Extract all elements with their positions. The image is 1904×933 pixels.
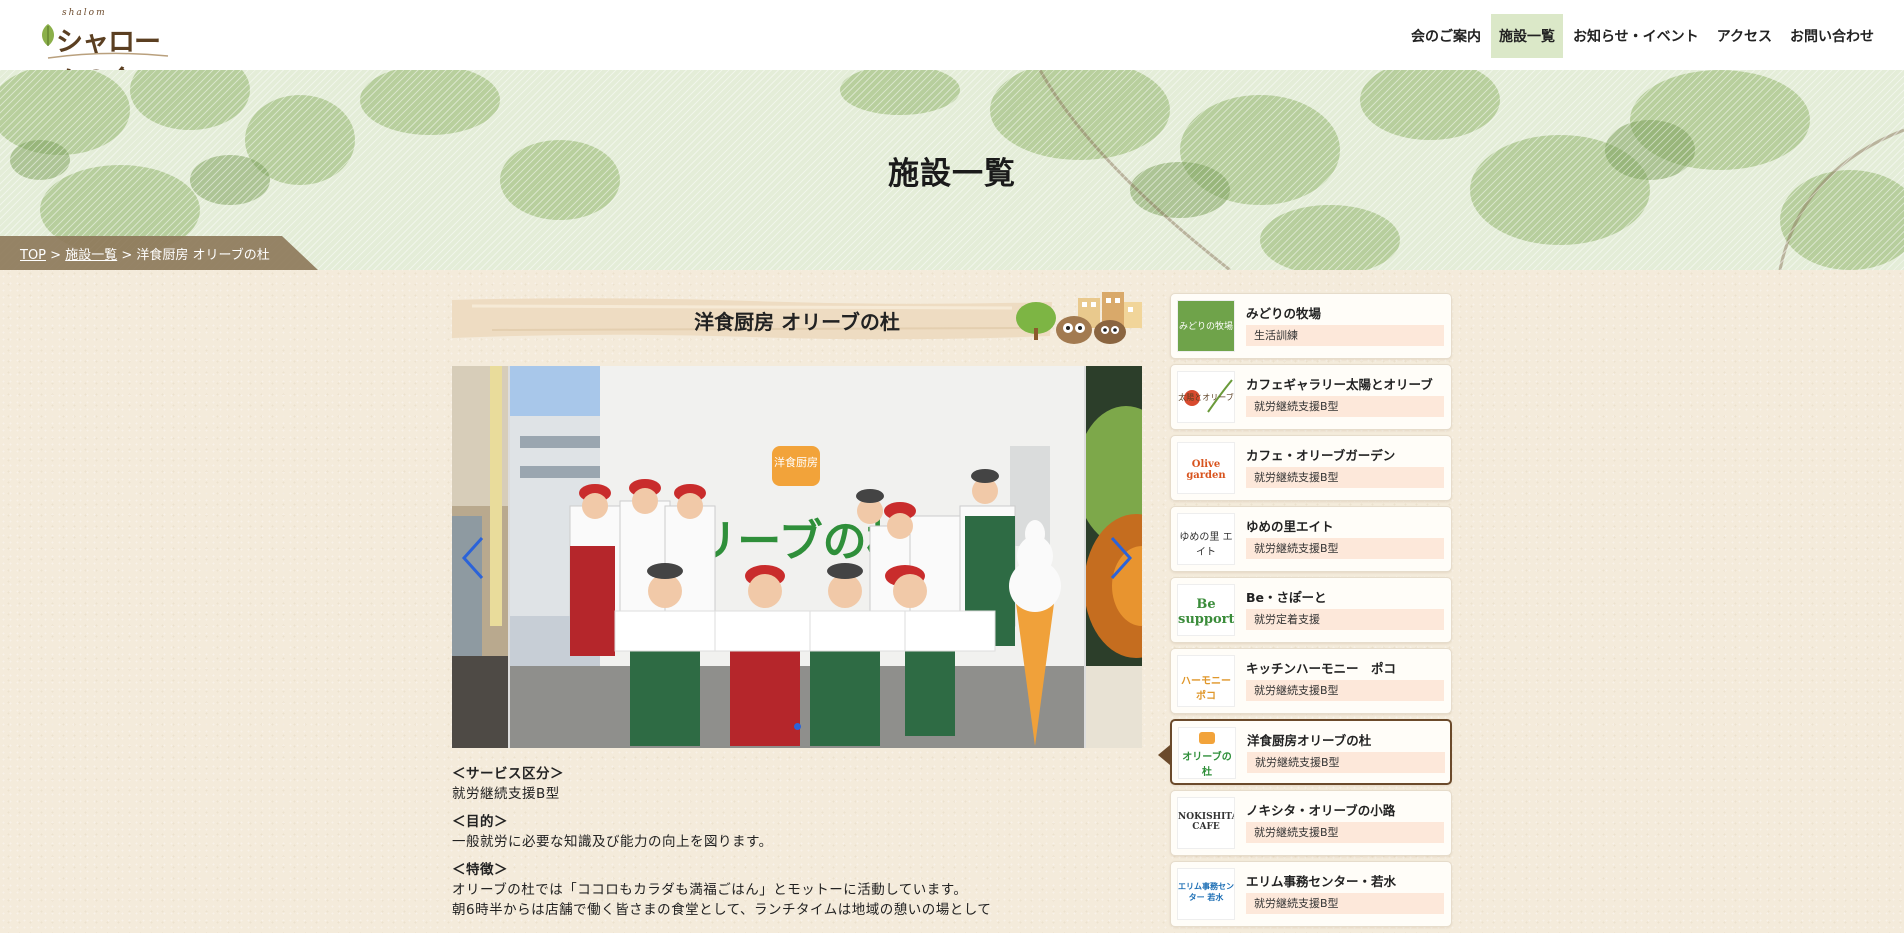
service-tag: 就労継続支援B型 [1246,893,1444,914]
logo-swoosh [47,52,169,59]
facility-sidebar: みどりの牧場 みどりの牧場 生活訓練 太陽とオリーブ カフェギャラリー太陽とオリ… [1158,293,1452,932]
purpose-section: ＜目的＞ 一般就労に必要な知識及び能力の向上を図ります。 [452,812,1142,852]
facility-info: ＜サービス区分＞ 就労継続支援B型 ＜目的＞ 一般就労に必要な知識及び能力の向上… [452,764,1142,920]
current-marker [1158,745,1170,765]
facility-thumbnail: エリム事務センター 若水 [1177,868,1235,920]
facility-name: ノキシタ・オリーブの小路 [1246,803,1396,818]
service-section: ＜サービス区分＞ 就労継続支援B型 [452,764,1142,804]
slider-next-arrow[interactable] [1106,536,1136,580]
nav-access[interactable]: アクセス [1709,14,1780,58]
owl-town-illustration [1016,292,1142,344]
facility-card-harmony-poco[interactable]: ハーモニー ポコ キッチンハーモニー ポコ 就労継続支援B型 [1170,648,1452,714]
feature-heading: ＜特徴＞ [452,862,508,878]
site-header: shalom シャロームの会 会のご案内 施設一覧 お知らせ・イベント アクセス… [0,0,1904,97]
facility-name: キッチンハーモニー ポコ [1246,661,1397,676]
facility-thumbnail: オリーブの杜 [1178,727,1236,779]
breadcrumb-separator: > [46,248,66,263]
staff-group-photo: 洋食厨房 オリーブの杜 [510,366,1084,748]
page-title: 施設一覧 [888,156,1016,192]
facility-name: 洋食厨房オリーブの杜 [1247,733,1372,748]
facility-name: カフェギャラリー太陽とオリーブ [1246,377,1433,392]
nav-facilities[interactable]: 施設一覧 [1490,14,1563,58]
slider-dots [510,715,1084,734]
nav-contact[interactable]: お問い合わせ [1782,14,1882,58]
sign-top-text: 洋食厨房 [774,455,818,469]
slider-dot[interactable] [793,723,801,730]
purpose-value: 一般就労に必要な知識及び能力の向上を図ります。 [452,834,773,850]
thumbnail-text: ゆめの里 エイト [1179,532,1233,558]
feature-section: ＜特徴＞ オリーブの杜では「ココロもカラダも満福ごはん」とモットーに活動していま… [452,860,1142,920]
facility-thumbnail: 太陽とオリーブ [1177,371,1235,423]
thumbnail-text: NOKISHITA CAFE [1178,812,1235,832]
facility-thumbnail: ハーモニー ポコ [1177,655,1235,707]
purpose-heading: ＜目的＞ [452,814,508,830]
breadcrumb-facilities-link[interactable]: 施設一覧 [65,248,117,263]
thumbnail-text: Olive garden [1186,459,1226,481]
slide-current: 洋食厨房 オリーブの杜 [510,366,1084,748]
facility-thumbnail: NOKISHITA CAFE [1177,797,1235,849]
slider-prev-arrow[interactable] [458,536,488,580]
service-tag: 就労定着支援 [1246,609,1444,630]
breadcrumb-top-link[interactable]: TOP [20,248,46,263]
main-nav: 会のご案内 施設一覧 お知らせ・イベント アクセス お問い合わせ [1401,14,1882,58]
facility-name: みどりの牧場 [1246,306,1322,321]
service-heading: ＜サービス区分＞ [452,766,564,782]
facility-name: Be・さぽーと [1246,590,1327,605]
facility-name: ゆめの里エイト [1246,519,1334,534]
service-tag: 就労継続支援B型 [1246,396,1444,417]
thumbnail-text: 太陽とオリーブ [1178,393,1234,402]
service-tag: 就労継続支援B型 [1246,538,1444,559]
logo-roman: shalom [62,8,107,18]
facility-thumbnail: みどりの牧場 [1177,300,1235,352]
thumbnail-text: エリム事務センター 若水 [1178,881,1234,902]
site-logo[interactable]: shalom シャロームの会 [38,8,174,97]
facility-card-be-support[interactable]: Be support Be・さぽーと 就労定着支援 [1170,577,1452,643]
feature-value: オリーブの杜では「ココロもカラダも満福ごはん」とモットーに活動しています。 [452,882,968,898]
thumbnail-text: Be support [1178,597,1235,627]
photo-slider[interactable]: 洋食厨房 オリーブの杜 [452,366,1142,748]
nav-news-events[interactable]: お知らせ・イベント [1565,14,1707,58]
breadcrumb-current: 洋食厨房 オリーブの杜 [136,248,270,263]
facility-card-olive-no-mori[interactable]: オリーブの杜 洋食厨房オリーブの杜 就労継続支援B型 [1158,719,1452,785]
feature-value-2: 朝6時半からは店舗で働く皆さまの食堂として、ランチタイムは地域の憩いの場として [452,902,992,918]
service-tag: 就労継続支援B型 [1246,680,1444,701]
service-value: 就労継続支援B型 [452,786,560,802]
thumbnail-text: ハーモニー ポコ [1181,676,1231,702]
service-tag: 就労継続支援B型 [1246,467,1444,488]
facility-card-midori[interactable]: みどりの牧場 みどりの牧場 生活訓練 [1170,293,1452,359]
facility-name: エリム事務センター・若水 [1246,874,1397,889]
facility-detail: 洋食厨房 オリーブの杜 洋食厨房 オリーブの杜 ＜サービス区分＞ 就労継続支援B… [452,292,1142,928]
hero-banner: 施設一覧 TOP > 施設一覧 > 洋食厨房 オリーブの杜 [0,70,1904,270]
facility-card-nokishita[interactable]: NOKISHITA CAFE ノキシタ・オリーブの小路 就労継続支援B型 [1170,790,1452,856]
facility-card-yumenosato[interactable]: ゆめの里 エイト ゆめの里エイト 就労継続支援B型 [1170,506,1452,572]
service-tag: 就労継続支援B型 [1247,752,1445,773]
nav-about[interactable]: 会のご案内 [1403,14,1489,58]
facility-card-elim-wakamizu[interactable]: エリム事務センター 若水 エリム事務センター・若水 就労継続支援B型 [1170,861,1452,927]
service-tag: 就労継続支援B型 [1246,822,1444,843]
leaf-icon [42,24,54,46]
breadcrumb-separator: > [117,248,137,263]
breadcrumb: TOP > 施設一覧 > 洋食厨房 オリーブの杜 [20,244,270,263]
service-tag: 生活訓練 [1246,325,1444,346]
thumbnail-text: みどりの牧場 [1178,322,1233,332]
facility-thumbnail: Olive garden [1177,442,1235,494]
facility-card-olive-garden[interactable]: Olive garden カフェ・オリーブガーデン 就労継続支援B型 [1170,435,1452,501]
facility-thumbnail: Be support [1177,584,1235,636]
thumbnail-text: オリーブの杜 [1182,752,1232,778]
facility-card-taiyo-olive[interactable]: 太陽とオリーブ カフェギャラリー太陽とオリーブ 就労継続支援B型 [1170,364,1452,430]
facility-name: カフェ・オリーブガーデン [1246,448,1396,463]
facility-title-band: 洋食厨房 オリーブの杜 [452,292,1142,346]
facility-thumbnail: ゆめの里 エイト [1177,513,1235,565]
